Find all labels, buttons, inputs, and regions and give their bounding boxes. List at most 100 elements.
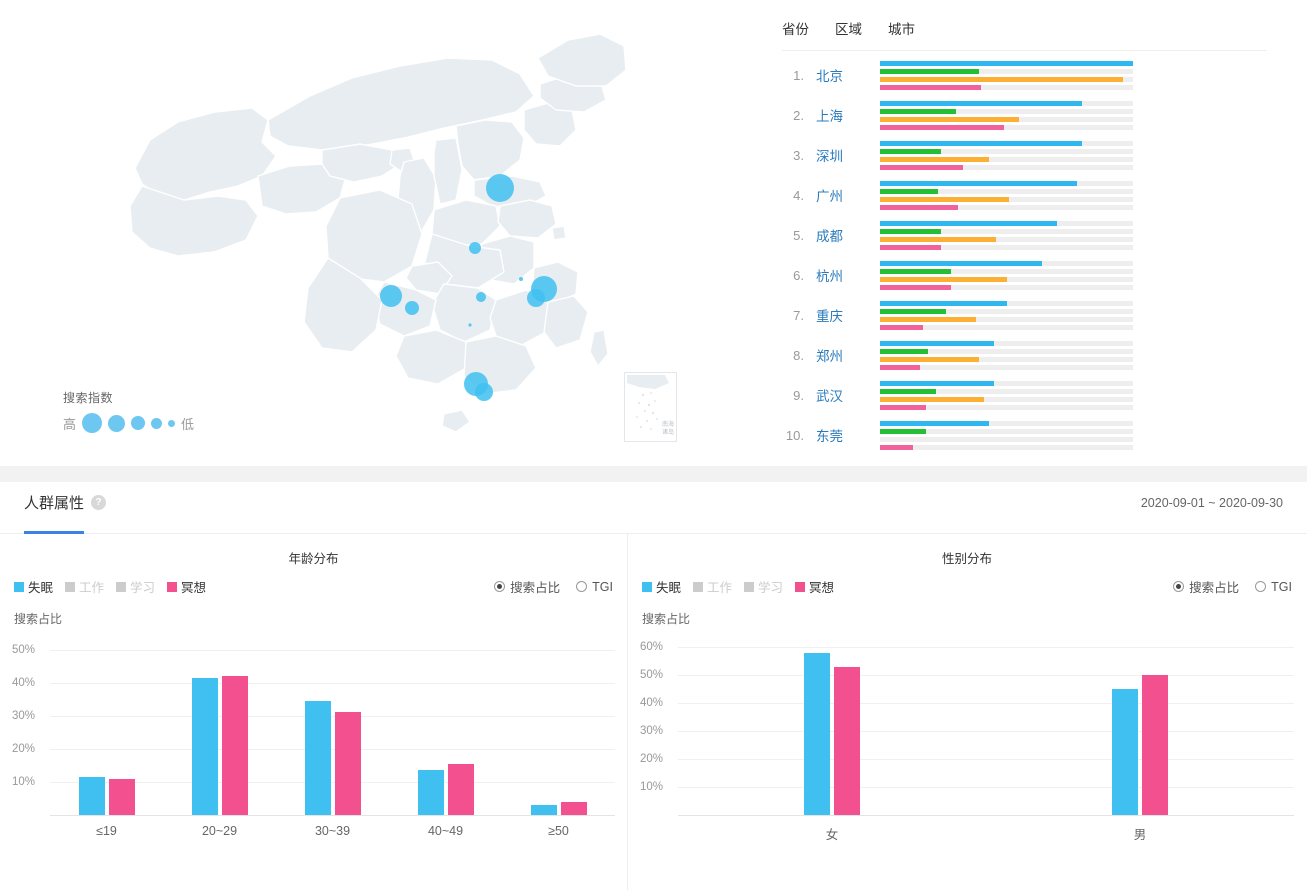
rank-index: 5. [782,228,808,243]
age-bar[interactable] [305,701,331,815]
age-legend-item-2[interactable]: 学习 [116,577,155,596]
city-name-link[interactable]: 杭州 [808,265,880,285]
age-chart-title: 年龄分布 [0,534,627,567]
radio-mark-icon [1173,581,1184,592]
age-bar[interactable] [109,779,135,815]
city-name-link[interactable]: 武汉 [808,385,880,405]
table-row[interactable]: 9.武汉 [782,375,1267,415]
gender-radio-0[interactable]: 搜索占比 [1173,577,1239,596]
gender-bar[interactable] [1142,675,1168,815]
legend-swatch-icon [116,582,126,592]
rank-bar-fill [880,397,984,402]
age-bar[interactable] [79,777,105,815]
age-bar[interactable] [561,802,587,815]
rank-index: 3. [782,148,808,163]
age-bar[interactable] [222,676,248,815]
age-bar-group[interactable] [502,633,615,815]
city-name-link[interactable]: 深圳 [808,145,880,165]
legend-high-label: 高 [63,414,76,433]
rank-bar-fill [880,389,936,394]
age-x-label: 40~49 [389,824,502,838]
age-y-tick: 40% [12,677,46,689]
rank-bar-fill [880,181,1077,186]
age-bar-group[interactable] [276,633,389,815]
table-row[interactable]: 4.广州 [782,175,1267,215]
table-row[interactable]: 8.郑州 [782,335,1267,375]
age-bar[interactable] [448,764,474,815]
age-bar[interactable] [335,712,361,815]
gender-bar[interactable] [1112,689,1138,815]
rank-bar-track [880,237,1133,242]
age-bar-group[interactable] [50,633,163,815]
rank-bar-track [880,309,1133,314]
table-row[interactable]: 6.杭州 [782,255,1267,295]
rank-index: 9. [782,388,808,403]
age-bar[interactable] [418,770,444,815]
age-radio-0[interactable]: 搜索占比 [494,577,560,596]
age-legend-item-0[interactable]: 失眠 [14,577,53,596]
table-row[interactable]: 10.东莞 [782,415,1267,455]
gender-legend-item-1[interactable]: 工作 [693,577,732,596]
rank-bar-track [880,357,1133,362]
china-map[interactable]: 搜索指数 高 低 [0,0,770,466]
demographics-header: 人群属性 ? 2020-09-01 ~ 2020-09-30 [0,482,1307,534]
rank-bar-track [880,389,1133,394]
city-name-link[interactable]: 东莞 [808,425,880,445]
table-row[interactable]: 1.北京 [782,55,1267,95]
date-range-label[interactable]: 2020-09-01 ~ 2020-09-30 [1141,496,1283,510]
city-name-link[interactable]: 成都 [808,225,880,245]
tab-province[interactable]: 省份 [782,16,809,40]
gender-legend-item-3[interactable]: 冥想 [795,577,834,596]
south-china-sea-inset[interactable]: 南海诸岛 [624,372,677,442]
rank-bar-track [880,165,1133,170]
age-bars-layer [50,633,615,815]
gender-radio-1[interactable]: TGI [1255,580,1292,594]
gender-bars-layer [678,633,1294,815]
legend-label: 学习 [758,577,783,596]
city-name-link[interactable]: 重庆 [808,305,880,325]
table-row[interactable]: 5.成都 [782,215,1267,255]
rank-bar-group [880,221,1133,250]
tab-area[interactable]: 区域 [835,16,862,40]
gender-x-label: 女 [678,824,986,843]
age-bar-group[interactable] [389,633,502,815]
rank-bar-fill [880,365,920,370]
gender-bar[interactable] [834,667,860,815]
age-bar[interactable] [531,805,557,815]
rank-bar-fill [880,157,989,162]
radio-label: TGI [1271,580,1292,594]
radio-label: 搜索占比 [510,577,560,596]
city-name-link[interactable]: 北京 [808,65,880,85]
rank-index: 2. [782,108,808,123]
rank-bar-group [880,421,1133,450]
rank-bar-group [880,261,1133,290]
gender-bar-group[interactable] [678,633,986,815]
age-legend-item-3[interactable]: 冥想 [167,577,206,596]
city-name-link[interactable]: 上海 [808,105,880,125]
rank-bar-track [880,85,1133,90]
age-bar-group[interactable] [163,633,276,815]
rank-bar-fill [880,237,996,242]
age-legend-item-1[interactable]: 工作 [65,577,104,596]
city-name-link[interactable]: 郑州 [808,345,880,365]
help-icon[interactable]: ? [91,495,106,510]
rank-bar-fill [880,421,989,426]
table-row[interactable]: 3.深圳 [782,135,1267,175]
gender-bar-group[interactable] [986,633,1294,815]
city-name-link[interactable]: 广州 [808,185,880,205]
rank-bar-track [880,141,1133,146]
gender-bar[interactable] [804,653,830,815]
rank-bar-fill [880,245,941,250]
age-bar[interactable] [192,678,218,815]
rank-bar-fill [880,325,923,330]
rank-bar-fill [880,269,951,274]
table-row[interactable]: 7.重庆 [782,295,1267,335]
age-radio-1[interactable]: TGI [576,580,613,594]
city-rank-list: 1.北京2.上海3.深圳4.广州5.成都6.杭州7.重庆8.郑州9.武汉10.东… [782,55,1267,455]
tab-city[interactable]: 城市 [888,16,915,40]
gender-legend-item-2[interactable]: 学习 [744,577,783,596]
rank-bar-track [880,205,1133,210]
gender-legend-item-0[interactable]: 失眠 [642,577,681,596]
legend-swatch-icon [14,582,24,592]
table-row[interactable]: 2.上海 [782,95,1267,135]
